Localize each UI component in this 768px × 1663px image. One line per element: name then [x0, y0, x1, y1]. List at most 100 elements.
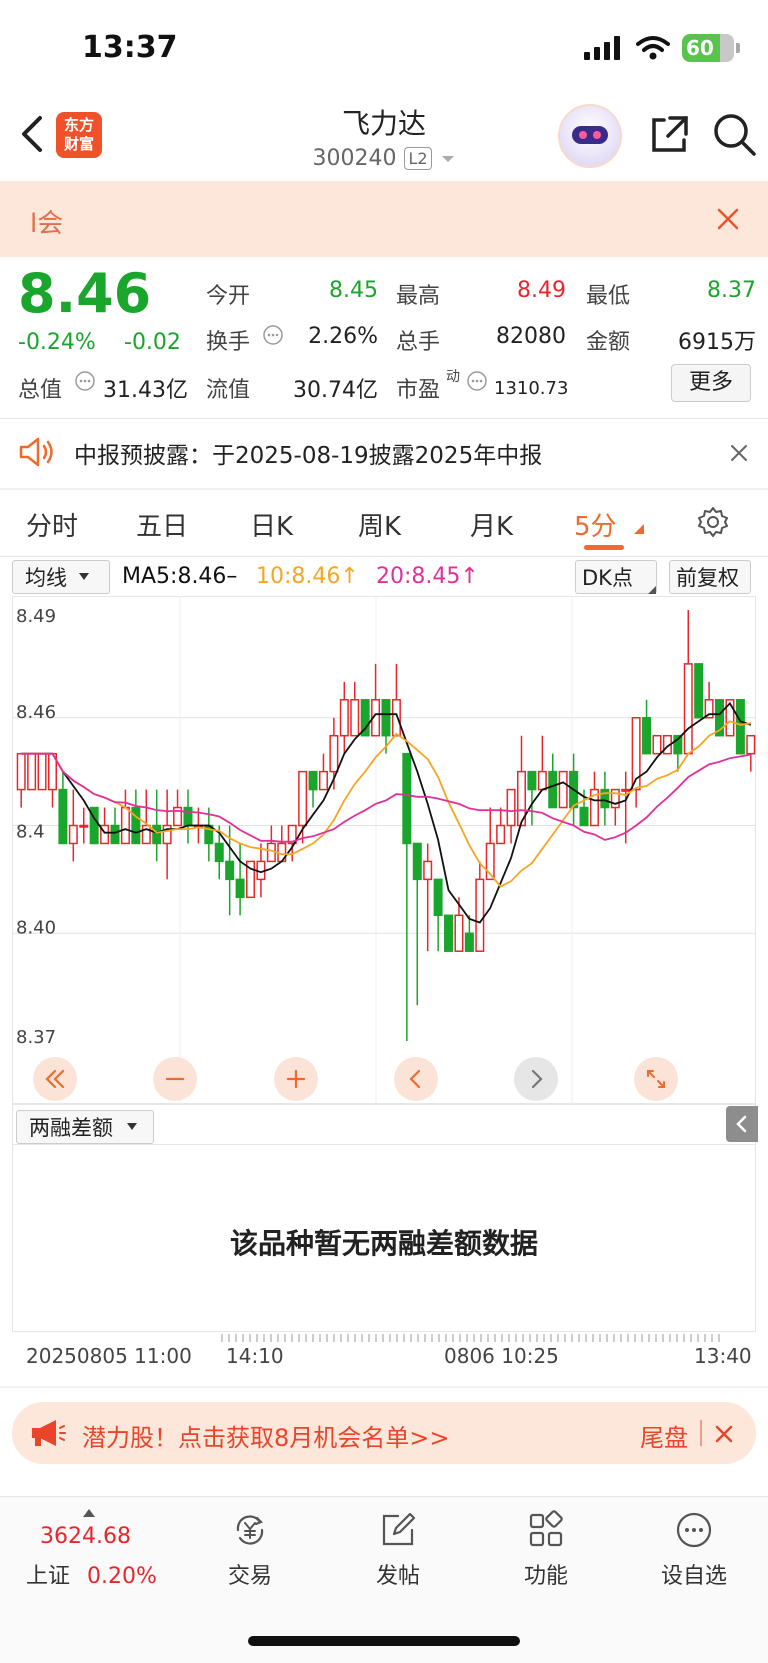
- battery-icon: 60: [682, 34, 740, 62]
- battery-level: 60: [686, 36, 714, 60]
- candle-up: [746, 734, 756, 755]
- candle-up: [79, 824, 89, 828]
- nav-post[interactable]: 发帖: [338, 1510, 458, 1590]
- share-icon[interactable]: [648, 114, 690, 156]
- chevron-left-icon: [736, 1115, 747, 1133]
- zoom-out-button[interactable]: [153, 1057, 197, 1101]
- chevron-right-icon: [531, 1069, 543, 1089]
- scroll-start-button[interactable]: [33, 1057, 77, 1101]
- double-chevron-left-icon: [45, 1069, 65, 1089]
- app-screen: 13:37 60 东方 财富 飞力达 300240 L2 l会 8.46 -0.…: [0, 0, 768, 1663]
- top-banner[interactable]: [0, 181, 768, 257]
- candle-down: [735, 699, 745, 755]
- candle-down: [214, 842, 224, 863]
- candle-down: [131, 806, 141, 845]
- index-row[interactable]: 上证 0.20%: [26, 1558, 157, 1590]
- time-label-end: 13:40: [694, 1344, 752, 1368]
- candle-down: [381, 699, 391, 737]
- corner-triangle-icon: [634, 524, 644, 534]
- minus-icon: [165, 1077, 185, 1081]
- nav-functions-label: 功能: [523, 1564, 568, 1589]
- search-icon[interactable]: [712, 112, 758, 158]
- divider: [0, 418, 768, 419]
- pe-superscript: 动: [446, 369, 460, 385]
- candle-up: [350, 699, 360, 737]
- candle-down: [694, 663, 704, 719]
- tab-weekly-k[interactable]: 周K: [358, 506, 401, 543]
- candle-up: [537, 770, 547, 791]
- sub-indicator-label: 两融差额: [29, 1116, 113, 1140]
- adjust-button[interactable]: 前复权: [669, 560, 751, 594]
- tab-intraday[interactable]: 分时: [26, 506, 78, 543]
- candle-up: [496, 824, 506, 845]
- candle-up: [318, 770, 328, 791]
- info-icon[interactable]: [466, 370, 488, 392]
- time-label-2: 14:10: [226, 1344, 284, 1368]
- y-axis-label: 8.49: [16, 606, 56, 627]
- high-label: 最高: [396, 284, 441, 309]
- nav-functions[interactable]: 功能: [486, 1510, 606, 1590]
- mktcap-value: 31.43亿: [103, 378, 188, 403]
- expand-icon: [647, 1070, 665, 1088]
- ai-assistant-icon[interactable]: [560, 106, 620, 166]
- settings-gear-icon[interactable]: [696, 505, 730, 539]
- banner-close-icon[interactable]: [716, 207, 740, 231]
- promo-divider: [700, 1420, 702, 1446]
- time-label-start: 20250805 11:00: [26, 1344, 192, 1368]
- scroll-left-button[interactable]: [394, 1057, 438, 1101]
- promo-tail: 尾盘: [640, 1424, 688, 1452]
- divider: [0, 556, 768, 557]
- status-icons: 60: [584, 34, 740, 62]
- candle-down: [235, 878, 245, 899]
- candlestick-chart[interactable]: 8.49 8.46 8.4 8.40 8.37: [12, 596, 756, 1104]
- promo-close-icon[interactable]: [714, 1424, 734, 1444]
- notice-close-icon[interactable]: [730, 444, 748, 462]
- more-button[interactable]: 更多: [671, 364, 751, 402]
- time-axis-ticks: [221, 1334, 720, 1342]
- tab-five-minute[interactable]: 5分: [574, 506, 617, 543]
- dk-point-button[interactable]: DK点: [575, 560, 657, 594]
- info-icon[interactable]: [262, 324, 284, 346]
- candle-down: [600, 788, 610, 809]
- y-axis-label: 8.37: [16, 1027, 56, 1048]
- candle-up: [27, 752, 37, 791]
- float-value: 30.74亿: [293, 378, 378, 403]
- caret-down-icon: [441, 155, 454, 162]
- info-icon[interactable]: [74, 370, 96, 392]
- nav-trade[interactable]: 交易: [190, 1510, 310, 1590]
- ma-selector-label: 均线: [25, 566, 67, 590]
- signal-icon: [584, 36, 620, 60]
- corner-triangle-icon: [648, 586, 656, 594]
- candle-down: [444, 914, 454, 952]
- sub-indicator-selector[interactable]: 两融差额: [16, 1110, 154, 1144]
- volume-label: 总手: [396, 330, 441, 355]
- zoom-in-button[interactable]: [274, 1057, 318, 1101]
- chevron-left-icon: [409, 1069, 421, 1089]
- status-time: 13:37: [82, 30, 178, 65]
- banner-text: l会: [30, 209, 64, 239]
- amount-label: 金额: [586, 330, 631, 355]
- pe-value: 1310.73: [494, 378, 569, 399]
- candle-up: [120, 806, 130, 845]
- chart-frame: [12, 596, 756, 1104]
- no-data-message: 该品种暂无两融差额数据: [229, 1227, 538, 1260]
- change-percent: -0.24%: [18, 330, 96, 355]
- candle-up: [162, 824, 172, 845]
- fullscreen-button[interactable]: [634, 1057, 678, 1101]
- candle-up: [621, 788, 631, 792]
- edit-icon: [382, 1512, 416, 1546]
- notice-text: 中报预披露：于2025-08-19披露2025年中报: [74, 443, 543, 469]
- ma-selector[interactable]: 均线: [12, 560, 110, 594]
- ma20-line: [21, 752, 751, 843]
- divider: [12, 1144, 756, 1145]
- scroll-right-button[interactable]: [514, 1057, 558, 1101]
- tab-five-day[interactable]: 五日: [136, 506, 188, 543]
- nav-add-watchlist[interactable]: 设自选: [634, 1510, 754, 1590]
- ma20-value: 20:8.45↑: [376, 564, 479, 589]
- tab-monthly-k[interactable]: 月K: [470, 506, 513, 543]
- active-tab-indicator: [584, 545, 624, 550]
- collapse-panel-button[interactable]: [726, 1106, 758, 1142]
- tab-daily-k[interactable]: 日K: [250, 506, 293, 543]
- caret-down-icon: [127, 1123, 137, 1130]
- divider: [0, 1386, 768, 1388]
